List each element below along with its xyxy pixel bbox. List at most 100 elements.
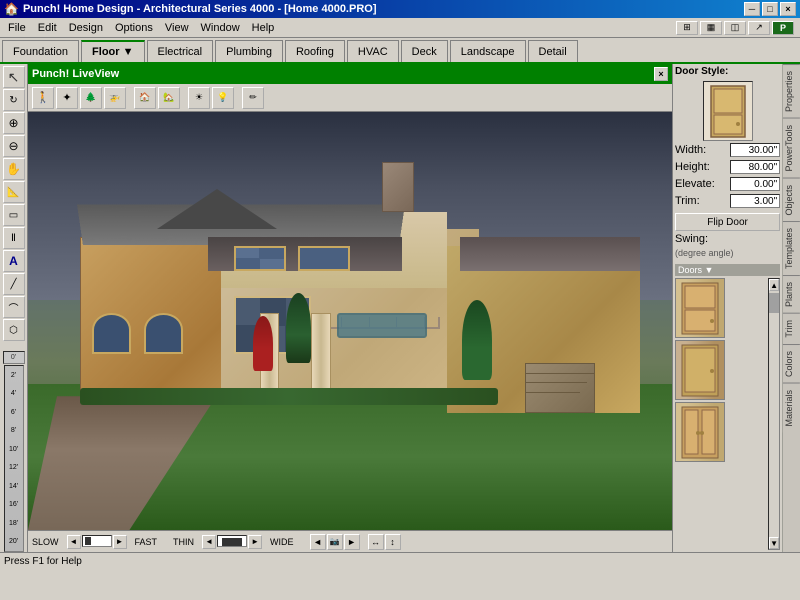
toolbar-icon-view1[interactable]: ▦ (700, 21, 722, 35)
tab-roofing[interactable]: Roofing (285, 40, 345, 62)
door-thumb-1[interactable] (675, 278, 725, 338)
tab-deck[interactable]: Deck (401, 40, 448, 62)
tree-1 (286, 293, 311, 363)
tree-right (462, 300, 492, 380)
house-scene (28, 112, 672, 530)
menu-design[interactable]: Design (63, 20, 109, 36)
width-decrease[interactable]: ◄ (202, 535, 216, 549)
tool-pan[interactable]: ✋ (3, 158, 25, 180)
rvt-templates[interactable]: Templates (783, 221, 800, 275)
menu-view[interactable]: View (159, 20, 195, 36)
title-bar-left: 🏠 Punch! Home Design - Architectural Ser… (4, 2, 377, 16)
speed-slow-label: SLOW (32, 537, 59, 547)
elevate-input[interactable] (730, 177, 780, 191)
nav-controls: ◄ 📷 ► (310, 534, 360, 550)
lv-tool-pencil[interactable]: ✏ (242, 87, 264, 109)
roof-peak-left (157, 189, 277, 229)
door-thumb-2[interactable] (675, 340, 725, 400)
lv-tool-walk[interactable]: 🚶 (32, 87, 54, 109)
tab-bar: Foundation Floor ▼ Electrical Plumbing R… (0, 38, 800, 64)
tab-landscape[interactable]: Landscape (450, 40, 526, 62)
lv-tool-person[interactable]: 🚁 (104, 87, 126, 109)
tab-foundation[interactable]: Foundation (2, 40, 79, 62)
nav-right[interactable]: ► (344, 534, 360, 550)
speed-decrease[interactable]: ◄ (67, 535, 81, 549)
tool-polygon[interactable]: ⬡ (3, 319, 25, 341)
flip-door-button[interactable]: Flip Door (675, 213, 780, 231)
toolbar-icon-view2[interactable]: ◫ (724, 21, 746, 35)
nav-left[interactable]: ◄ (310, 534, 326, 550)
width-row: Width: (675, 143, 780, 157)
liveview-close[interactable]: × (654, 67, 668, 81)
tool-zoom-out[interactable]: ⊖ (3, 135, 25, 157)
tool-draw-wall[interactable]: Ⅱ (3, 227, 25, 249)
menu-edit[interactable]: Edit (32, 20, 63, 36)
lv-tool-house[interactable]: 🏠 (134, 87, 156, 109)
tab-electrical[interactable]: Electrical (147, 40, 214, 62)
nav-expand-v[interactable]: ↕ (385, 534, 401, 550)
elevate-row: Elevate: (675, 177, 780, 191)
toolbar-icon-arrow[interactable]: ↗ (748, 21, 770, 35)
nav-controls-2: ↔ ↕ (368, 534, 401, 550)
toolbar-icon-punch[interactable]: P (772, 21, 794, 35)
tool-draw-rect[interactable]: ▭ (3, 204, 25, 226)
tab-plumbing[interactable]: Plumbing (215, 40, 283, 62)
tab-hvac[interactable]: HVAC (347, 40, 399, 62)
nav-camera[interactable]: 📷 (327, 534, 343, 550)
speed-fast-label: FAST (135, 537, 158, 547)
lv-tool-fly[interactable]: ✦ (56, 87, 78, 109)
window-upper-1 (234, 246, 286, 271)
lv-tool-light[interactable]: 💡 (212, 87, 234, 109)
width-increase[interactable]: ► (248, 535, 262, 549)
menu-window[interactable]: Window (195, 20, 246, 36)
lv-tool-house2[interactable]: 🏡 (158, 87, 180, 109)
liveview-title: Punch! LiveView (32, 68, 119, 80)
tool-arc[interactable]: ⌒ (3, 296, 25, 318)
tool-rotate[interactable]: ↻ (3, 89, 25, 111)
trim-input[interactable] (730, 194, 780, 208)
viewport-container: Punch! LiveView × 🚶 ✦ 🌲 🚁 🏠 🏡 ☀ 💡 ✏ (28, 64, 672, 552)
tool-select[interactable]: ↖ (3, 66, 25, 88)
trim-row: Trim: (675, 194, 780, 208)
liveview-header: Punch! LiveView × (28, 64, 672, 84)
tab-floor[interactable]: Floor ▼ (81, 40, 144, 62)
rvt-objects[interactable]: Objects (783, 178, 800, 222)
app-title: Punch! Home Design - Architectural Serie… (23, 3, 377, 15)
maximize-button[interactable]: □ (762, 2, 778, 16)
rvt-colors[interactable]: Colors (783, 344, 800, 383)
door-style-label: Door Style: (675, 66, 780, 77)
lv-tool-tree[interactable]: 🌲 (80, 87, 102, 109)
scroll-thumb[interactable] (769, 293, 779, 313)
scroll-down-button[interactable]: ▼ (769, 537, 779, 549)
rvt-materials[interactable]: Materials (783, 383, 800, 433)
window-arch-2 (144, 313, 183, 355)
rvt-powertools[interactable]: PowerTools (783, 118, 800, 178)
nav-expand-h[interactable]: ↔ (368, 534, 384, 550)
rvt-properties[interactable]: Properties (783, 64, 800, 118)
minimize-button[interactable]: ─ (744, 2, 760, 16)
height-input[interactable] (730, 160, 780, 174)
tool-measure[interactable]: 📐 (3, 181, 25, 203)
rvt-plants[interactable]: Plants (783, 275, 800, 313)
status-bar: Press F1 for Help (0, 552, 800, 570)
menu-file[interactable]: File (2, 20, 32, 36)
close-button[interactable]: × (780, 2, 796, 16)
tool-zoom-in[interactable]: ⊕ (3, 112, 25, 134)
scroll-up-button[interactable]: ▲ (769, 279, 779, 291)
lv-tool-sun[interactable]: ☀ (188, 87, 210, 109)
liveview-toolbar: 🚶 ✦ 🌲 🚁 🏠 🏡 ☀ 💡 ✏ (28, 84, 672, 112)
doors-section-header[interactable]: Doors ▼ (675, 264, 780, 276)
toolbar-icon-grid[interactable]: ⊞ (676, 21, 698, 35)
ruler-indicator: 0' (3, 351, 25, 364)
menu-help[interactable]: Help (246, 20, 281, 36)
tool-line[interactable]: ╱ (3, 273, 25, 295)
width-input[interactable] (730, 143, 780, 157)
door-thumb-3[interactable] (675, 402, 725, 462)
tab-detail[interactable]: Detail (528, 40, 578, 62)
width-thin-label: THIN (173, 537, 194, 547)
rvt-trim[interactable]: Trim (783, 313, 800, 344)
tool-text[interactable]: A (3, 250, 25, 272)
speed-increase[interactable]: ► (113, 535, 127, 549)
menu-options[interactable]: Options (109, 20, 159, 36)
3d-viewport[interactable] (28, 112, 672, 530)
